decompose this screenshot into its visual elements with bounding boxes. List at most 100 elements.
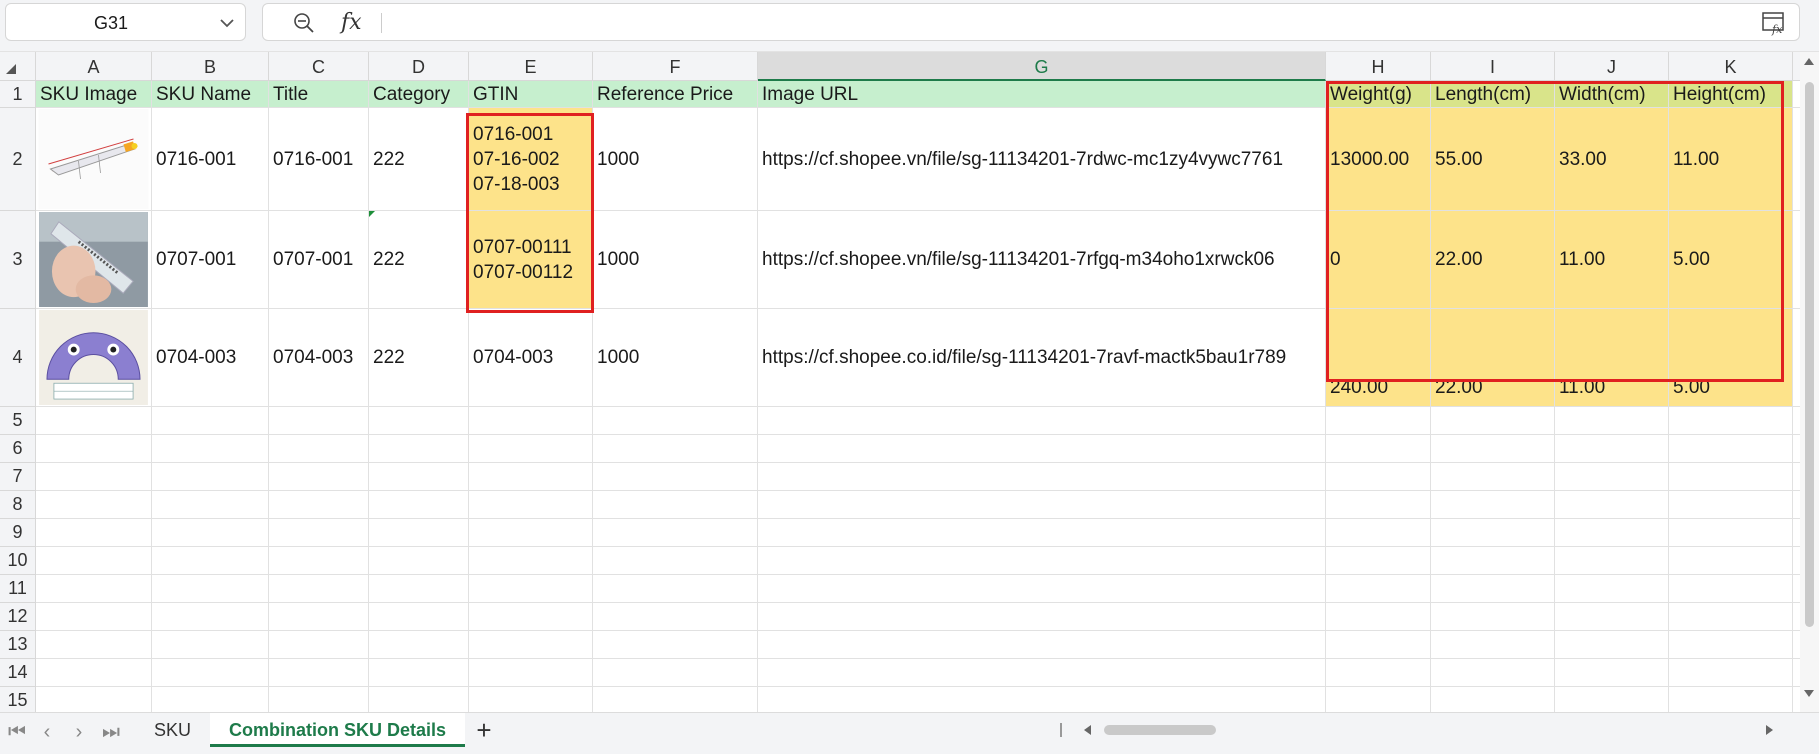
column-header-e[interactable]: E [469, 52, 593, 81]
sku-image-cell[interactable] [36, 108, 152, 211]
empty-cell[interactable] [1793, 463, 1800, 491]
row-header[interactable]: 13 [0, 631, 36, 659]
row-header[interactable]: 8 [0, 491, 36, 519]
empty-cell[interactable] [1555, 659, 1669, 687]
empty-cell[interactable] [1793, 547, 1800, 575]
empty-cell[interactable] [593, 575, 758, 603]
empty-cell[interactable] [1669, 575, 1793, 603]
sku-name-cell[interactable]: 0707-001 [152, 211, 269, 309]
title-cell[interactable]: 0704-003 [269, 309, 369, 407]
weight-cell[interactable]: 0 [1326, 211, 1431, 309]
empty-cell[interactable] [1326, 463, 1431, 491]
header-cell-category[interactable]: Category [369, 81, 469, 108]
vertical-scrollbar[interactable] [1800, 52, 1819, 712]
header-cell-weight[interactable]: Weight(g) [1326, 81, 1431, 108]
empty-cell[interactable] [269, 631, 369, 659]
empty-cell[interactable] [1793, 108, 1800, 211]
empty-cell[interactable] [593, 631, 758, 659]
empty-cell[interactable] [36, 575, 152, 603]
empty-cell[interactable] [269, 519, 369, 547]
empty-cell[interactable] [1326, 519, 1431, 547]
length-cell[interactable]: 22.00 [1431, 211, 1555, 309]
empty-cell[interactable] [1431, 435, 1555, 463]
zoom-out-icon[interactable] [293, 12, 315, 34]
empty-cell[interactable] [152, 575, 269, 603]
empty-cell[interactable] [1431, 547, 1555, 575]
scroll-left-icon[interactable] [1084, 725, 1091, 735]
empty-cell[interactable] [593, 491, 758, 519]
column-header-c[interactable]: C [269, 52, 369, 81]
empty-cell[interactable] [593, 519, 758, 547]
empty-cell[interactable] [758, 687, 1326, 712]
empty-cell[interactable] [152, 547, 269, 575]
empty-cell[interactable] [1326, 603, 1431, 631]
empty-cell[interactable] [269, 575, 369, 603]
empty-cell[interactable] [469, 463, 593, 491]
empty-cell[interactable] [1555, 435, 1669, 463]
image-url-cell[interactable]: https://cf.shopee.vn/file/sg-11134201-7r… [758, 211, 1326, 309]
sku-name-cell[interactable]: 0716-001 [152, 108, 269, 211]
empty-cell[interactable] [1431, 575, 1555, 603]
empty-cell[interactable] [1431, 659, 1555, 687]
empty-cell[interactable] [1326, 659, 1431, 687]
scrollbar-grip[interactable] [1060, 723, 1062, 737]
width-cell[interactable]: 33.00 [1555, 108, 1669, 211]
empty-cell[interactable] [269, 659, 369, 687]
insert-function-icon[interactable]: fx [341, 7, 362, 39]
empty-cell[interactable] [758, 631, 1326, 659]
empty-cell[interactable] [1555, 547, 1669, 575]
row-header[interactable]: 4 [0, 309, 36, 407]
empty-cell[interactable] [469, 659, 593, 687]
empty-cell[interactable] [469, 575, 593, 603]
reference-price-cell[interactable]: 1000 [593, 108, 758, 211]
header-cell-reference-price[interactable]: Reference Price [593, 81, 758, 108]
empty-cell[interactable] [1669, 519, 1793, 547]
empty-cell[interactable] [1669, 687, 1793, 712]
empty-cell[interactable] [1793, 211, 1800, 309]
empty-cell[interactable] [36, 659, 152, 687]
column-header-j[interactable]: J [1555, 52, 1669, 81]
row-header[interactable]: 6 [0, 435, 36, 463]
select-all-corner[interactable] [0, 52, 36, 81]
sheet-tab-sku[interactable]: SKU [140, 713, 205, 747]
weight-cell[interactable]: 13000.00 [1326, 108, 1431, 211]
empty-cell[interactable] [1555, 575, 1669, 603]
empty-cell[interactable] [152, 463, 269, 491]
empty-cell[interactable] [1431, 603, 1555, 631]
empty-cell[interactable] [469, 547, 593, 575]
last-sheet-icon[interactable]: ⏭ [100, 721, 122, 743]
row-header[interactable]: 10 [0, 547, 36, 575]
length-cell[interactable]: 22.00 [1431, 309, 1555, 407]
empty-cell[interactable] [269, 435, 369, 463]
empty-cell[interactable] [1326, 491, 1431, 519]
empty-cell[interactable] [1555, 687, 1669, 712]
empty-cell[interactable] [593, 407, 758, 435]
header-cell-width[interactable]: Width(cm) [1555, 81, 1669, 108]
empty-cell[interactable] [1326, 407, 1431, 435]
empty-cell[interactable] [36, 519, 152, 547]
empty-cell[interactable] [152, 407, 269, 435]
row-header[interactable]: 7 [0, 463, 36, 491]
empty-cell[interactable] [369, 659, 469, 687]
empty-cell[interactable] [1431, 491, 1555, 519]
empty-cell[interactable] [758, 659, 1326, 687]
horizontal-scroll-thumb[interactable] [1104, 725, 1216, 735]
empty-cell[interactable] [36, 491, 152, 519]
column-header-f[interactable]: F [593, 52, 758, 81]
empty-cell[interactable] [36, 407, 152, 435]
chevron-down-icon[interactable] [217, 13, 237, 33]
empty-cell[interactable] [36, 603, 152, 631]
empty-cell[interactable] [369, 547, 469, 575]
vertical-scroll-thumb[interactable] [1805, 82, 1814, 627]
row-header[interactable]: 11 [0, 575, 36, 603]
function-panel-icon[interactable]: fx [1761, 10, 1787, 36]
empty-cell[interactable] [1793, 309, 1800, 407]
empty-cell[interactable] [36, 687, 152, 712]
empty-cell[interactable] [369, 435, 469, 463]
sku-name-cell[interactable]: 0704-003 [152, 309, 269, 407]
empty-cell[interactable] [369, 575, 469, 603]
empty-cell[interactable] [1793, 687, 1800, 712]
empty-cell[interactable] [369, 603, 469, 631]
sheet-tab-combination-sku-details[interactable]: Combination SKU Details [210, 713, 465, 747]
empty-cell[interactable] [469, 491, 593, 519]
